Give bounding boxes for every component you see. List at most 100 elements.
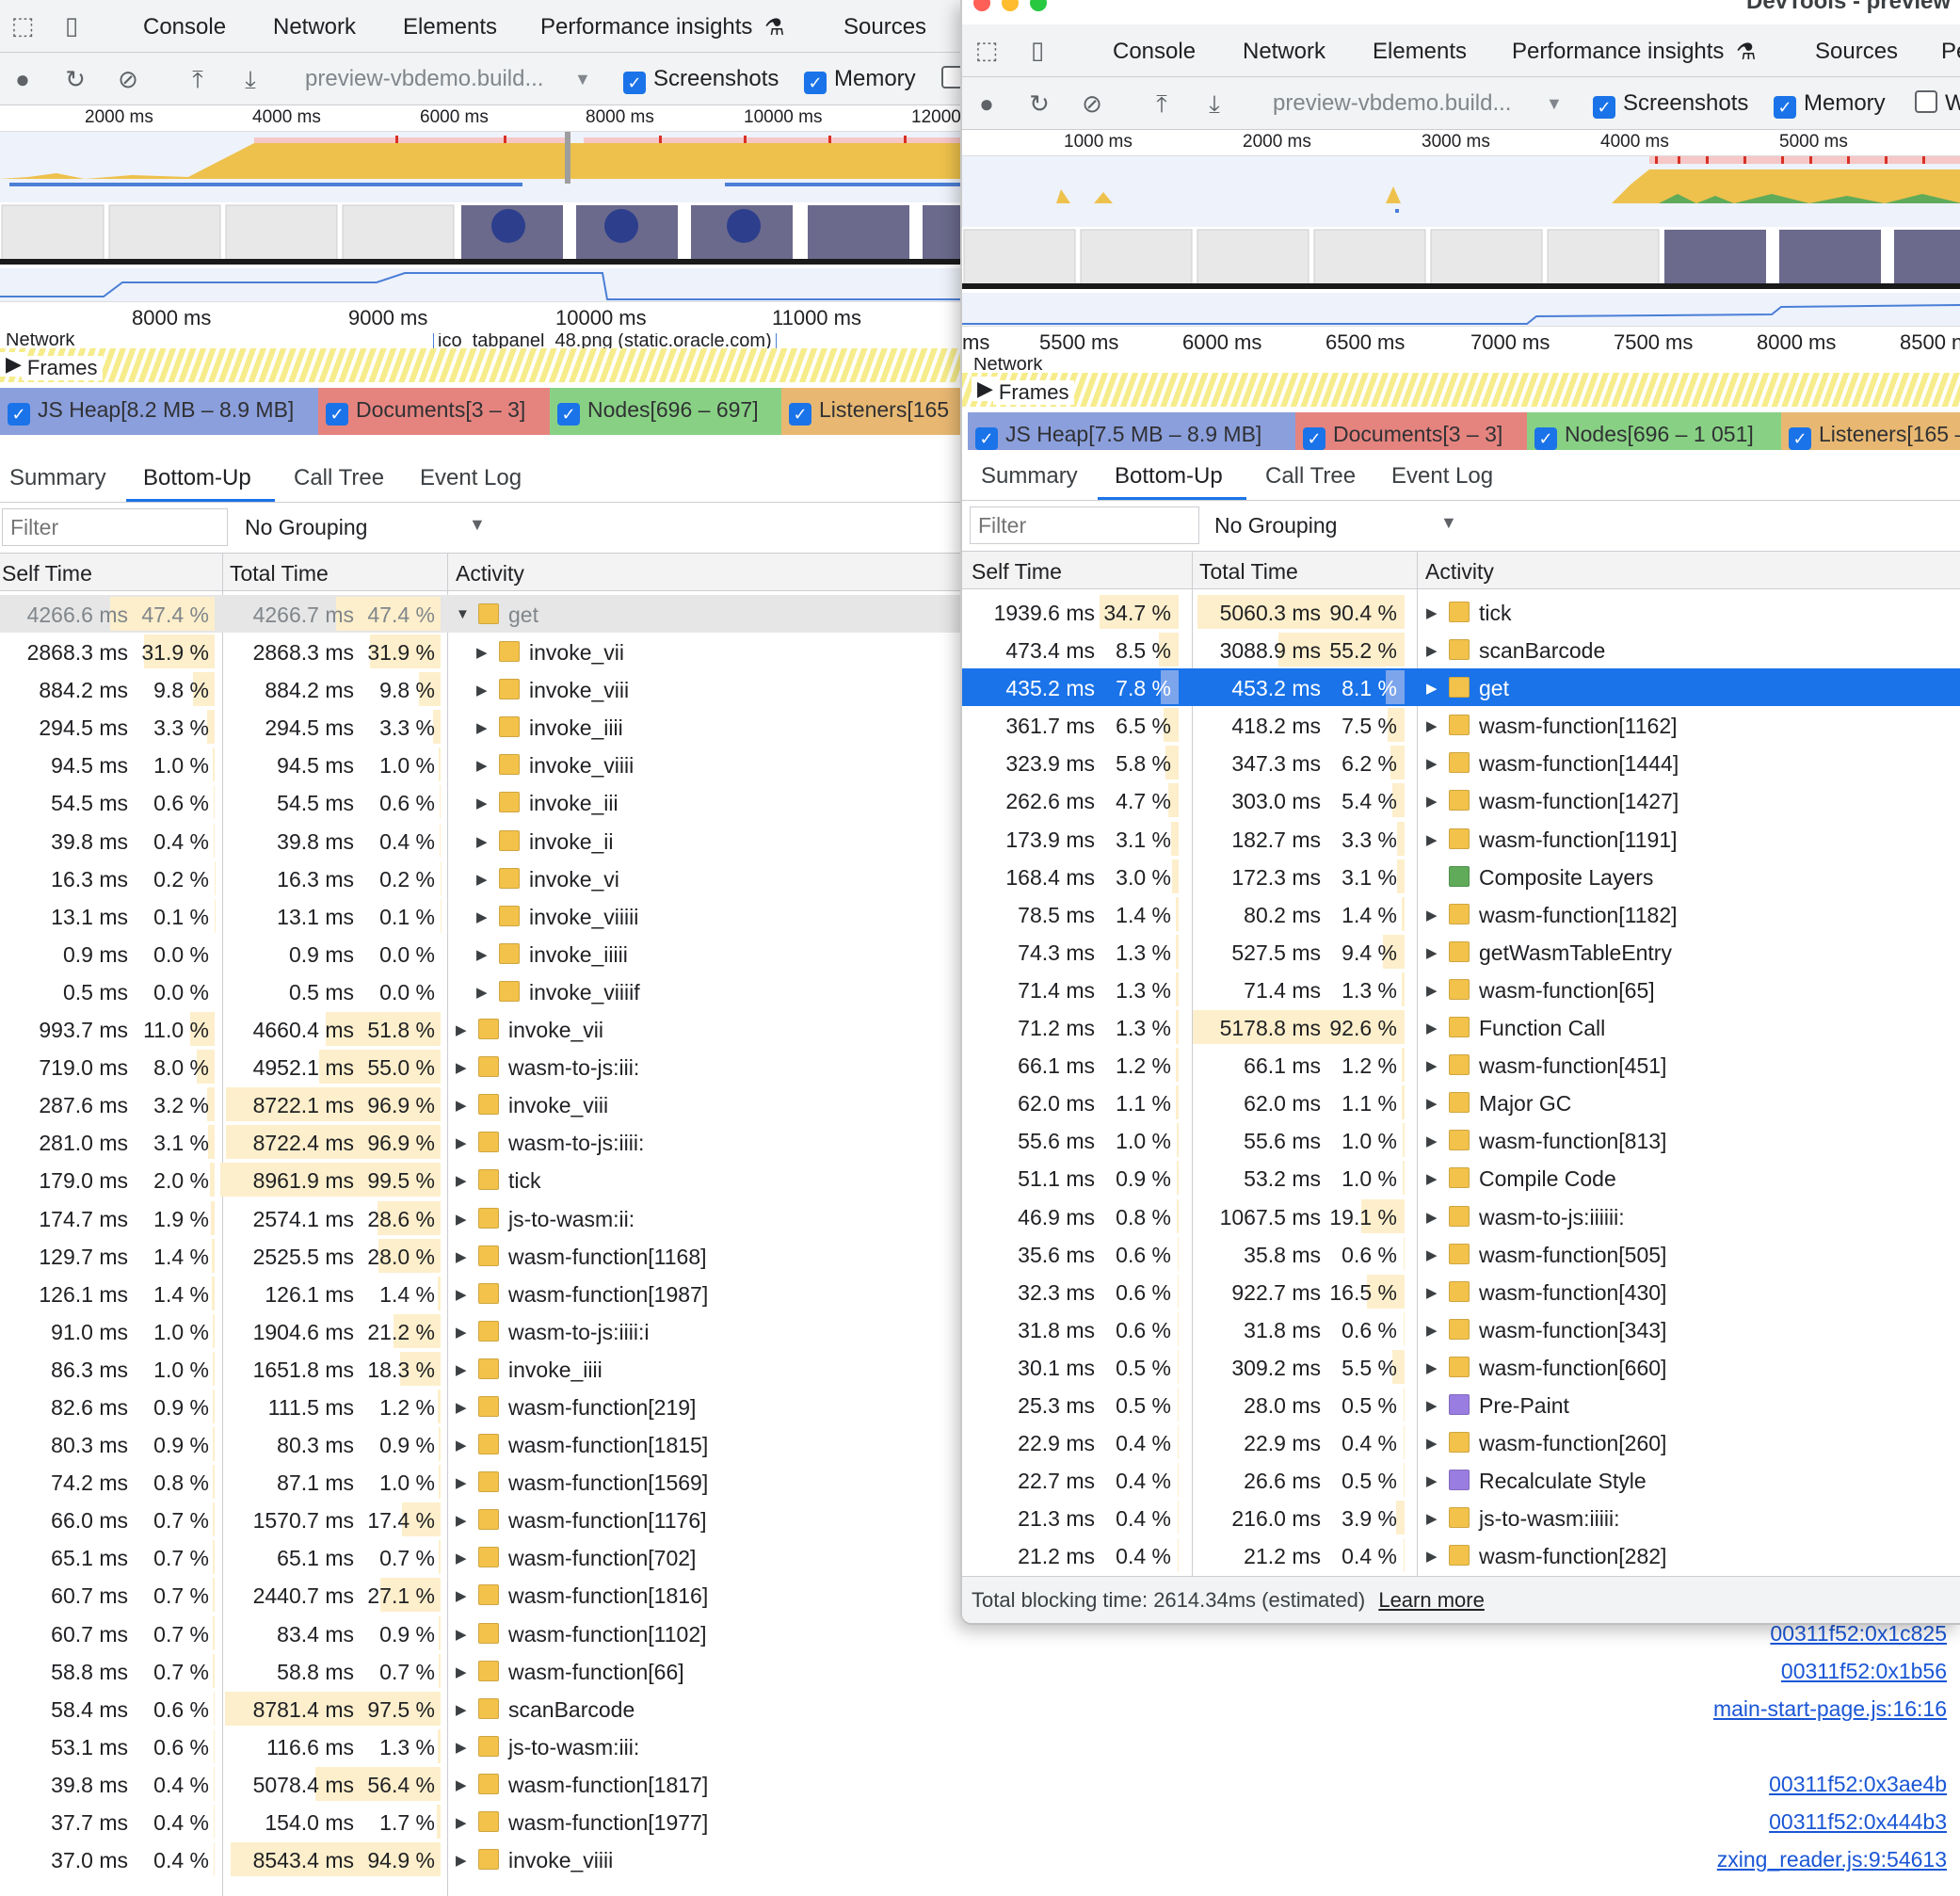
expand-closed-icon[interactable]: ▶ (1426, 1284, 1438, 1301)
table-row[interactable]: 4266.6 ms 47.4 % 4266.7 ms 47.4 % ▼ get (0, 595, 961, 634)
tab-sources[interactable]: Sources (843, 14, 926, 40)
tab-elements[interactable]: Elements (1373, 39, 1467, 65)
header-activity[interactable]: Activity (1425, 559, 1494, 585)
table-row[interactable]: 55.6 ms 1.0 % 55.6 ms 1.0 % ▶ wasm-function[8… (962, 1121, 1960, 1159)
tab-console[interactable]: Console (143, 14, 226, 40)
reload-icon[interactable]: ↻ (62, 66, 88, 92)
download-icon[interactable]: ⤓ (237, 66, 264, 92)
table-row[interactable]: 294.5 ms 3.3 % 294.5 ms 3.3 % ▶ invoke_iiii (0, 708, 961, 746)
frames-track[interactable]: ▶ Frames (0, 348, 961, 382)
expand-closed-icon[interactable]: ▶ (1426, 1057, 1438, 1074)
table-row[interactable]: 168.4 ms 3.0 % 172.3 ms 3.1 % Composite Laye… (962, 858, 1960, 895)
expand-closed-icon[interactable]: ▶ (476, 795, 488, 811)
documents-counter[interactable]: ✓ Documents[3 – 3] (318, 388, 550, 435)
table-row[interactable]: 1939.6 ms 34.7 % 5060.3 ms 90.4 % ▶ tick (962, 593, 1960, 631)
expand-closed-icon[interactable]: ▶ (1426, 1472, 1438, 1489)
table-row[interactable]: 74.2 ms 0.8 % 87.1 ms 1.0 % ▶ wasm-function[1… (0, 1463, 961, 1501)
expand-closed-icon[interactable]: ▶ (456, 1814, 467, 1831)
table-row[interactable]: 71.2 ms 1.3 % 5178.8 ms 92.6 % ▶ Function Cal… (962, 1008, 1960, 1046)
table-row[interactable]: 86.3 ms 1.0 % 1651.8 ms 18.3 % ▶ invoke_iiii (0, 1350, 961, 1388)
timeline-overview[interactable] (0, 132, 961, 301)
header-self-time[interactable]: Self Time (2, 561, 92, 586)
expand-closed-icon[interactable]: ▶ (456, 1701, 467, 1718)
screenshots-checkbox[interactable]: ✓ Screenshots (623, 66, 779, 94)
table-row[interactable]: 21.2 ms 0.4 % 21.2 ms 0.4 % ▶ wasm-function[2… (962, 1536, 1960, 1574)
expand-closed-icon[interactable]: ▶ (1426, 793, 1438, 810)
expand-closed-icon[interactable]: ▶ (456, 1172, 467, 1189)
expand-closed-icon[interactable]: ▶ (456, 1663, 467, 1680)
expand-closed-icon[interactable]: ▶ (1426, 1322, 1438, 1339)
memory-checkbox[interactable]: ✓ Memory (1774, 90, 1886, 119)
table-row[interactable]: 174.7 ms 1.9 % 2574.1 ms 28.6 % ▶ js-to-wasm:… (0, 1199, 961, 1237)
table-row[interactable]: 60.7 ms 0.7 % 2440.7 ms 27.1 % ▶ wasm-functio… (0, 1576, 961, 1614)
table-row[interactable]: 16.3 ms 0.2 % 16.3 ms 0.2 % ▶ invoke_vi (0, 860, 961, 897)
header-total-time[interactable]: Total Time (1199, 559, 1298, 585)
tab-network[interactable]: Network (1243, 39, 1325, 65)
download-icon[interactable]: ⤓ (1201, 90, 1228, 117)
expand-closed-icon[interactable]: ▶ (1426, 1095, 1438, 1112)
frames-track[interactable]: ▶ Frames (962, 373, 1960, 407)
expand-closed-icon[interactable]: ▶ (1426, 1133, 1438, 1149)
upload-icon[interactable]: ⤒ (1149, 90, 1175, 117)
tab-event-log[interactable]: Event Log (420, 465, 522, 491)
expand-closed-icon[interactable]: ▶ (456, 1512, 467, 1529)
expand-closed-icon[interactable]: ▶ (476, 908, 488, 925)
zoom-window-icon[interactable] (1030, 0, 1047, 11)
table-row[interactable]: 94.5 ms 1.0 % 94.5 ms 1.0 % ▶ invoke_viiii (0, 746, 961, 783)
memory-checkbox[interactable]: ✓ Memory (804, 66, 916, 94)
inspect-element-icon[interactable]: ⬚ (9, 12, 36, 39)
table-row[interactable]: 129.7 ms 1.4 % 2525.5 ms 28.0 % ▶ wasm-functi… (0, 1237, 961, 1275)
tab-performance-insights[interactable]: Performance insights (1512, 39, 1724, 65)
table-row[interactable]: 22.9 ms 0.4 % 22.9 ms 0.4 % ▶ wasm-function[2… (962, 1423, 1960, 1461)
clear-icon[interactable]: ⊘ (115, 66, 141, 92)
table-row[interactable]: 884.2 ms 9.8 % 884.2 ms 9.8 % ▶ invoke_viii (0, 670, 961, 708)
table-row[interactable]: 62.0 ms 1.1 % 62.0 ms 1.1 % ▶ Major GC (962, 1084, 1960, 1121)
table-row[interactable]: 21.3 ms 0.4 % 216.0 ms 3.9 % ▶ js-to-wasm:iii… (962, 1499, 1960, 1536)
table-row[interactable]: 58.4 ms 0.6 % 8781.4 ms 97.5 % ▶ scanBarcode (0, 1690, 961, 1727)
table-row[interactable]: 35.6 ms 0.6 % 35.8 ms 0.6 % ▶ wasm-function[5… (962, 1235, 1960, 1273)
table-row[interactable]: 179.0 ms 2.0 % 8961.9 ms 99.5 % ▶ tick (0, 1161, 961, 1198)
table-row[interactable]: 719.0 ms 8.0 % 4952.1 ms 55.0 % ▶ wasm-to-js:… (0, 1048, 961, 1085)
expand-closed-icon[interactable]: ▶ (1426, 642, 1438, 659)
table-row[interactable]: 54.5 ms 0.6 % 54.5 ms 0.6 % ▶ invoke_iii (0, 783, 961, 821)
expand-closed-icon[interactable]: ▶ (456, 1211, 467, 1228)
expand-closed-icon[interactable]: ▶ (456, 1474, 467, 1491)
tab-performance-insights[interactable]: Performance insights (540, 14, 752, 40)
expand-closed-icon[interactable]: ▶ (1426, 907, 1438, 924)
expand-closed-icon[interactable]: ▶ (476, 871, 488, 888)
expand-closed-icon[interactable]: ▶ (1426, 680, 1438, 697)
expand-closed-icon[interactable]: ▶ (476, 946, 488, 963)
learn-more-link[interactable]: Learn more (1378, 1588, 1485, 1612)
table-row[interactable]: 66.0 ms 0.7 % 1570.7 ms 17.4 % ▶ wasm-functio… (0, 1501, 961, 1538)
table-row[interactable]: 51.1 ms 0.9 % 53.2 ms 1.0 % ▶ Compile Code (962, 1159, 1960, 1197)
expand-closed-icon[interactable]: ▶ (456, 1437, 467, 1454)
header-total-time[interactable]: Total Time (230, 561, 329, 586)
tab-summary[interactable]: Summary (9, 465, 106, 491)
network-track[interactable]: Network ico_tabpanel_48.png (static.orac… (0, 333, 961, 348)
tab-summary[interactable]: Summary (981, 463, 1078, 490)
header-activity[interactable]: Activity (456, 561, 524, 586)
expand-closed-icon[interactable]: ▶ (1426, 1397, 1438, 1414)
filter-input[interactable] (2, 508, 228, 546)
tab-event-log[interactable]: Event Log (1391, 463, 1493, 490)
timeline-overview[interactable] (962, 156, 1960, 326)
expand-closed-icon[interactable]: ▶ (1426, 1548, 1438, 1565)
header-self-time[interactable]: Self Time (972, 559, 1062, 585)
tab-elements[interactable]: Elements (403, 14, 497, 40)
table-row[interactable]: 66.1 ms 1.2 % 66.1 ms 1.2 % ▶ wasm-function[4… (962, 1046, 1960, 1084)
tab-performance[interactable]: Pe (1941, 39, 1960, 65)
js-heap-counter[interactable]: ✓ JS Heap[8.2 MB – 8.9 MB] (0, 388, 318, 435)
clear-icon[interactable]: ⊘ (1079, 90, 1105, 117)
expand-open-icon[interactable]: ▼ (456, 606, 470, 622)
expand-closed-icon[interactable]: ▶ (1426, 755, 1438, 772)
tab-sources[interactable]: Sources (1815, 39, 1898, 65)
table-row[interactable]: 58.8 ms 0.7 % 58.8 ms 0.7 % ▶ wasm-function[6… (0, 1652, 961, 1690)
source-location-link[interactable]: 00311f52:0x444b3 (1713, 1803, 1947, 1840)
source-location-link[interactable]: 00311f52:0x1b56 (1713, 1652, 1947, 1690)
table-row[interactable]: 31.8 ms 0.6 % 31.8 ms 0.6 % ▶ wasm-function[3… (962, 1310, 1960, 1348)
table-row[interactable]: 39.8 ms 0.4 % 5078.4 ms 56.4 % ▶ wasm-functio… (0, 1765, 961, 1803)
upload-icon[interactable]: ⤒ (185, 66, 211, 92)
expand-closed-icon[interactable]: ▶ (1426, 1170, 1438, 1187)
expand-closed-icon[interactable]: ▶ (456, 1852, 467, 1869)
table-row[interactable]: 281.0 ms 3.1 % 8722.4 ms 96.9 % ▶ wasm-to-js:… (0, 1123, 961, 1161)
